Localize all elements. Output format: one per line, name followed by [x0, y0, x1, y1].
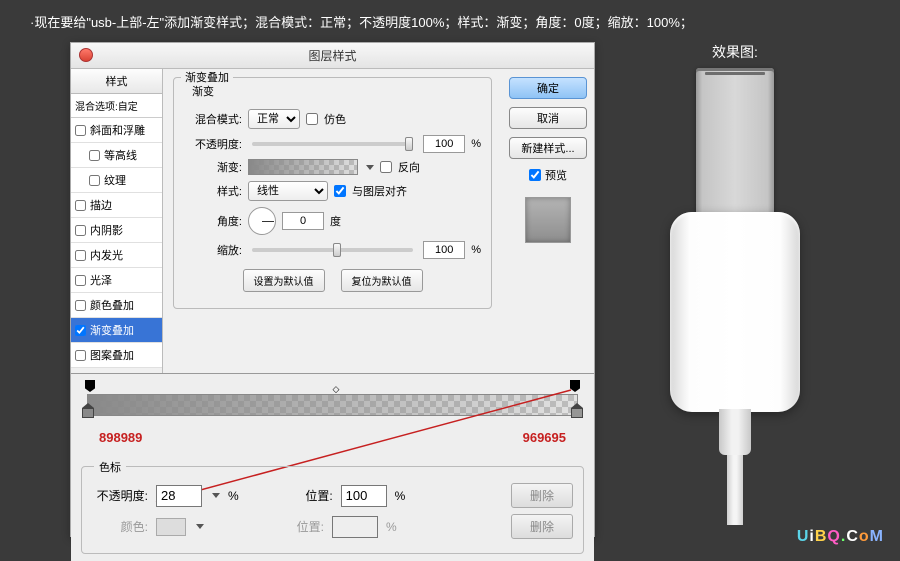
blend-mode-select[interactable]: 正常	[248, 109, 300, 129]
style-item-5[interactable]: 内发光	[71, 243, 162, 268]
style-item-label: 纹理	[104, 172, 126, 188]
align-checkbox[interactable]	[334, 185, 346, 197]
dialog-title: 图层样式	[308, 47, 356, 64]
style-checkbox[interactable]	[89, 150, 100, 161]
delete-color-button: 删除	[511, 514, 573, 539]
chevron-down-icon[interactable]	[212, 493, 220, 498]
style-item-label: 渐变叠加	[90, 322, 134, 338]
style-checkbox[interactable]	[75, 225, 86, 236]
instruction-caption: ·现在要给"usb-上部-左"添加渐变样式；混合模式：正常；不透明度100%；样…	[0, 0, 900, 39]
gradient-preview[interactable]	[248, 159, 358, 175]
style-item-label: 描边	[90, 197, 112, 213]
ok-button[interactable]: 确定	[509, 77, 587, 99]
style-item-label: 斜面和浮雕	[90, 122, 145, 138]
gradient-overlay-form: 渐变叠加 渐变 混合模式: 正常 仿色 不透明度: % 渐变:	[163, 69, 502, 373]
angle-dial[interactable]	[248, 207, 276, 235]
preview-toggle[interactable]: 预览	[529, 167, 567, 183]
style-item-2[interactable]: 纹理	[71, 168, 162, 193]
opacity-stop-left[interactable]	[85, 380, 95, 392]
layer-style-dialog: 图层样式 样式 混合选项:自定 斜面和浮雕等高线纹理描边内阴影内发光光泽颜色叠加…	[70, 42, 595, 537]
style-checkbox[interactable]	[75, 300, 86, 311]
style-item-label: 图案叠加	[90, 347, 134, 363]
dialog-titlebar: 图层样式	[71, 43, 594, 69]
color-stop-right[interactable]	[571, 418, 583, 432]
stop-position-input[interactable]	[341, 485, 387, 507]
stop-opacity-input[interactable]	[156, 485, 202, 507]
stop-position-input-2	[332, 516, 378, 538]
stop-position-label: 位置:	[277, 487, 333, 504]
style-checkbox[interactable]	[75, 325, 86, 336]
style-checkbox[interactable]	[75, 125, 86, 136]
opacity-label: 不透明度:	[184, 136, 242, 152]
dither-checkbox[interactable]	[306, 113, 318, 125]
result-preview: 效果图:	[630, 42, 840, 528]
left-hex-label: 898989	[99, 430, 142, 445]
styles-header: 样式	[71, 69, 162, 94]
opacity-stop-right[interactable]	[570, 380, 580, 392]
gradient-ramp[interactable]	[87, 394, 578, 416]
opacity-input[interactable]	[423, 135, 465, 153]
style-item-6[interactable]: 光泽	[71, 268, 162, 293]
set-default-button[interactable]: 设置为默认值	[243, 269, 325, 292]
align-label: 与图层对齐	[352, 183, 407, 199]
dialog-buttons: 确定 取消 新建样式... 预览	[502, 69, 594, 373]
style-item-3[interactable]: 描边	[71, 193, 162, 218]
style-select[interactable]: 线性	[248, 181, 328, 201]
color-stop-left[interactable]	[82, 418, 94, 432]
scale-label: 缩放:	[184, 242, 242, 258]
style-checkbox[interactable]	[75, 275, 86, 286]
style-item-1[interactable]: 等高线	[71, 143, 162, 168]
style-item-label: 等高线	[104, 147, 137, 163]
style-checkbox[interactable]	[89, 175, 100, 186]
stops-legend: 色标	[94, 459, 126, 475]
gradient-editor: ◇ 898989 969695 色标 不透明度: % 位置: % 删除	[71, 373, 594, 561]
reverse-checkbox[interactable]	[380, 161, 392, 173]
preview-swatch	[525, 197, 571, 243]
gradient-label: 渐变:	[184, 159, 242, 175]
style-item-8[interactable]: 渐变叠加	[71, 318, 162, 343]
stop-position-label-2: 位置:	[268, 518, 324, 535]
opacity-slider[interactable]	[252, 142, 413, 146]
reverse-label: 反向	[398, 159, 420, 175]
blend-options-row[interactable]: 混合选项:自定	[71, 94, 162, 118]
delete-stop-button[interactable]: 删除	[511, 483, 573, 508]
close-icon[interactable]	[79, 48, 93, 62]
chevron-down-icon[interactable]	[366, 165, 374, 170]
style-item-4[interactable]: 内阴影	[71, 218, 162, 243]
group-legend: 渐变叠加	[181, 69, 233, 85]
stop-opacity-label: 不透明度:	[92, 487, 148, 504]
chevron-down-icon[interactable]	[196, 524, 204, 529]
style-item-9[interactable]: 图案叠加	[71, 343, 162, 368]
style-item-label: 内阴影	[90, 222, 123, 238]
scale-slider[interactable]	[252, 248, 413, 252]
style-label: 样式:	[184, 183, 242, 199]
stop-color-label: 颜色:	[92, 518, 148, 535]
reset-default-button[interactable]: 复位为默认值	[341, 269, 423, 292]
angle-label: 角度:	[184, 213, 242, 229]
style-checkbox[interactable]	[75, 250, 86, 261]
watermark: UiBQ.CoM	[797, 528, 884, 546]
style-item-label: 光泽	[90, 272, 112, 288]
right-hex-label: 969695	[523, 430, 566, 445]
usb-illustration	[665, 68, 805, 528]
scale-input[interactable]	[423, 241, 465, 259]
style-item-0[interactable]: 斜面和浮雕	[71, 118, 162, 143]
subgroup-legend: 渐变	[188, 83, 218, 99]
dither-label: 仿色	[324, 111, 346, 127]
preview-label: 效果图:	[630, 42, 840, 62]
style-checkbox[interactable]	[75, 350, 86, 361]
style-item-label: 内发光	[90, 247, 123, 263]
blend-mode-label: 混合模式:	[184, 111, 242, 127]
degree-label: 度	[330, 213, 341, 229]
percent-label: %	[471, 138, 481, 150]
stop-color-swatch[interactable]	[156, 518, 186, 536]
style-item-7[interactable]: 颜色叠加	[71, 293, 162, 318]
cancel-button[interactable]: 取消	[509, 107, 587, 129]
new-style-button[interactable]: 新建样式...	[509, 137, 587, 159]
style-checkbox[interactable]	[75, 200, 86, 211]
percent-label-2: %	[471, 244, 481, 256]
styles-list: 样式 混合选项:自定 斜面和浮雕等高线纹理描边内阴影内发光光泽颜色叠加渐变叠加图…	[71, 69, 163, 373]
angle-input[interactable]	[282, 212, 324, 230]
style-item-label: 颜色叠加	[90, 297, 134, 313]
